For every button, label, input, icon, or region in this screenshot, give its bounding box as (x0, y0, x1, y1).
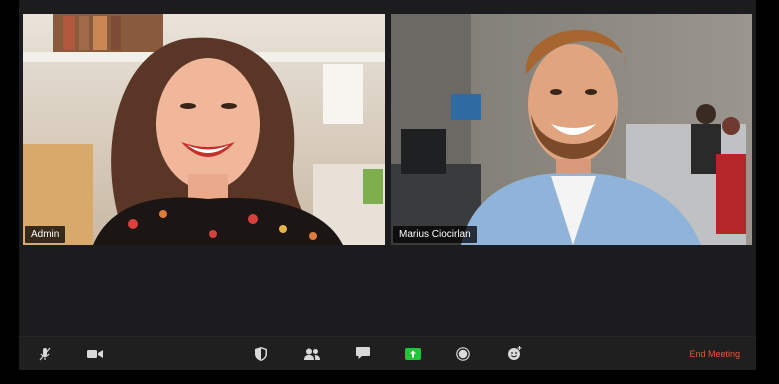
mute-icon (39, 347, 51, 360)
security-button[interactable] (246, 337, 276, 370)
mute-button[interactable] (30, 337, 60, 370)
video-tile-marius[interactable]: Marius Ciocirlan (391, 14, 752, 245)
participant-name-label: Marius Ciocirlan (393, 226, 477, 243)
end-meeting-button[interactable]: End Meeting (689, 337, 740, 370)
participants-button[interactable] (297, 337, 327, 370)
share-screen-icon (405, 347, 421, 360)
record-button[interactable] (448, 337, 478, 370)
video-tile-admin[interactable]: Admin (23, 14, 385, 245)
participant-name-label: Admin (25, 226, 66, 243)
reactions-button[interactable] (499, 337, 529, 370)
admin-video-feed (23, 14, 385, 245)
share-screen-button[interactable] (398, 337, 428, 370)
meeting-toolbar: End Meeting (19, 336, 756, 370)
record-icon (456, 346, 470, 361)
chat-icon (356, 347, 370, 359)
marius-video-feed (391, 14, 752, 245)
video-icon (87, 349, 103, 358)
meeting-window: Admin Marius Ciocirlan End Meeting (19, 0, 756, 370)
security-icon (255, 346, 267, 361)
participants-icon (304, 348, 320, 360)
video-button[interactable] (80, 337, 110, 370)
reactions-icon (507, 346, 521, 360)
chat-button[interactable] (348, 337, 378, 370)
end-meeting-label: End Meeting (689, 348, 740, 359)
